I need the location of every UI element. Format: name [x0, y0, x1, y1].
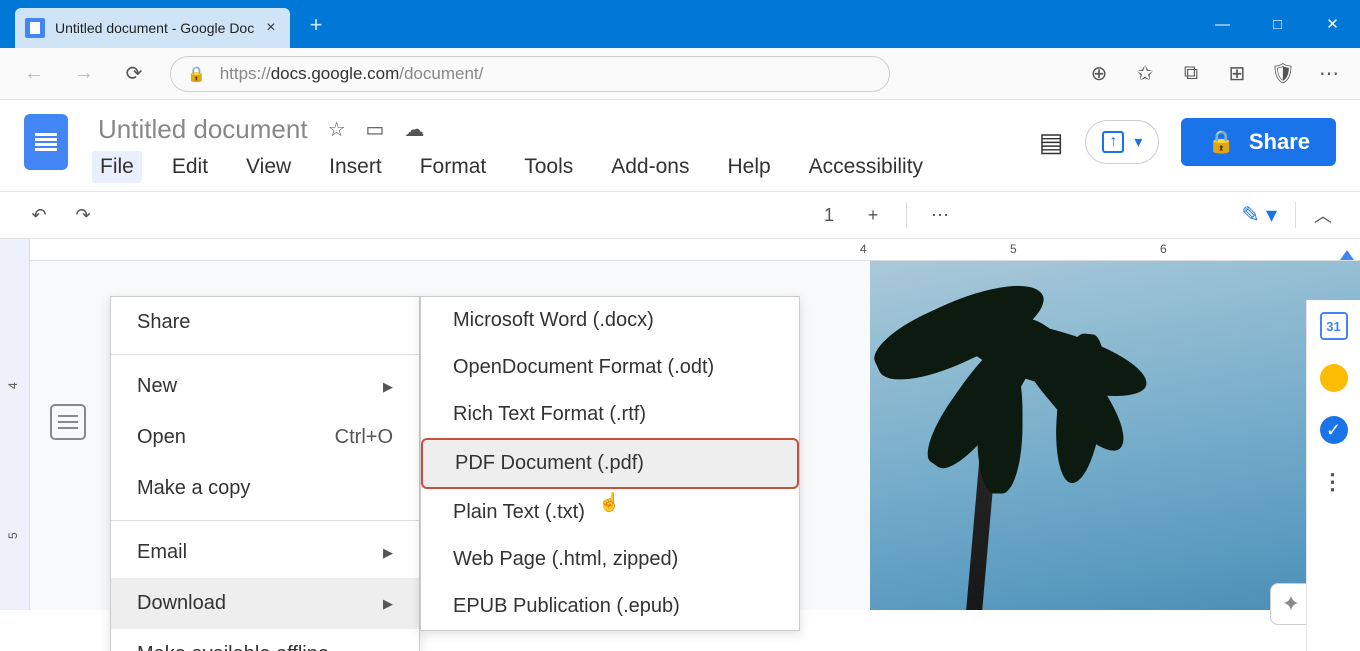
- window-close-button[interactable]: ✕: [1305, 0, 1360, 48]
- vruler-tick: 4: [6, 382, 20, 389]
- download-pdf[interactable]: PDF Document (.pdf): [421, 438, 799, 489]
- favorite-icon[interactable]: ✩: [1134, 63, 1156, 85]
- keep-addon-icon[interactable]: [1320, 364, 1348, 392]
- new-tab-button[interactable]: +: [310, 12, 323, 38]
- window-maximize-button[interactable]: □: [1250, 0, 1305, 48]
- site-info-icon[interactable]: 🔒: [187, 65, 206, 83]
- present-caret-icon: ▾: [1134, 132, 1142, 152]
- file-menu-email[interactable]: Email▶: [111, 527, 419, 578]
- collections-icon[interactable]: ⊞: [1226, 63, 1248, 85]
- menu-edit[interactable]: Edit: [164, 151, 216, 183]
- move-icon[interactable]: ▭: [366, 117, 385, 142]
- download-epub[interactable]: EPUB Publication (.epub): [421, 583, 799, 630]
- download-txt[interactable]: Plain Text (.txt): [421, 489, 799, 536]
- heading-add[interactable]: +: [862, 201, 884, 229]
- editing-mode-button[interactable]: ✎ ▾: [1241, 202, 1277, 228]
- cloud-status-icon[interactable]: ☁: [404, 117, 424, 142]
- extensions-icon[interactable]: ⧉: [1180, 63, 1202, 85]
- browser-tab[interactable]: Untitled document - Google Doc ×: [15, 8, 290, 48]
- hruler-tick: 5: [1010, 242, 1017, 256]
- browser-address-bar: ← → ⟳ 🔒 https://docs.google.com/document…: [0, 48, 1360, 100]
- share-label: Share: [1249, 129, 1310, 155]
- menu-addons[interactable]: Add-ons: [603, 151, 697, 183]
- menu-accessibility[interactable]: Accessibility: [801, 151, 931, 183]
- submenu-arrow-icon: ▶: [383, 596, 393, 612]
- file-menu-share[interactable]: Share: [111, 297, 419, 348]
- file-menu-download[interactable]: Download▶: [111, 578, 419, 629]
- zoom-icon[interactable]: ⊕: [1088, 63, 1110, 85]
- download-submenu: Microsoft Word (.docx) OpenDocument Form…: [420, 296, 800, 631]
- file-menu-make-copy[interactable]: Make a copy: [111, 463, 419, 514]
- nav-forward-button[interactable]: →: [70, 60, 98, 88]
- url-path: /document/: [399, 64, 483, 84]
- hruler-tick: 4: [860, 242, 867, 256]
- side-panel: 31 ✓ ⋮ ›: [1306, 300, 1360, 651]
- window-minimize-button[interactable]: —: [1195, 0, 1250, 48]
- menu-help[interactable]: Help: [719, 151, 778, 183]
- nav-back-button[interactable]: ←: [20, 60, 48, 88]
- docs-toolbar: ↶ ↷ 1 + ⋯ ✎ ▾ ︿: [0, 191, 1360, 239]
- show-outline-button[interactable]: [50, 404, 86, 440]
- horizontal-ruler: 4 5 6: [30, 239, 1360, 261]
- download-odt[interactable]: OpenDocument Format (.odt): [421, 344, 799, 391]
- tab-title: Untitled document - Google Doc: [55, 20, 254, 36]
- menu-bar: File Edit View Insert Format Tools Add-o…: [92, 151, 1039, 183]
- calendar-addon-icon[interactable]: 31: [1320, 312, 1348, 340]
- browser-menu-icon[interactable]: ⋯: [1318, 63, 1340, 85]
- document-title[interactable]: Untitled document: [98, 114, 308, 145]
- collapse-header-button[interactable]: ︿: [1314, 202, 1332, 228]
- shortcut-label: Ctrl+O: [335, 426, 393, 449]
- star-icon[interactable]: ☆: [328, 117, 346, 142]
- file-menu-dropdown: Share New▶ OpenCtrl+O Make a copy Email▶…: [110, 296, 420, 651]
- download-docx[interactable]: Microsoft Word (.docx): [421, 297, 799, 344]
- vertical-ruler: 4 5: [0, 239, 30, 610]
- menu-view[interactable]: View: [238, 151, 299, 183]
- url-host: docs.google.com: [271, 64, 400, 84]
- docs-app: Untitled document ☆ ▭ ☁ File Edit View I…: [0, 100, 1360, 651]
- more-tools-icon[interactable]: ⋯: [929, 201, 951, 229]
- file-menu-open[interactable]: OpenCtrl+O: [111, 412, 419, 463]
- docs-logo[interactable]: [24, 114, 68, 170]
- sidepanel-more-icon[interactable]: ⋮: [1320, 468, 1348, 496]
- url-input[interactable]: 🔒 https://docs.google.com/document/: [170, 56, 890, 92]
- submenu-arrow-icon: ▶: [383, 545, 393, 561]
- open-comments-icon[interactable]: ▤: [1039, 127, 1064, 158]
- submenu-arrow-icon: ▶: [383, 379, 393, 395]
- download-rtf[interactable]: Rich Text Format (.rtf): [421, 391, 799, 438]
- menu-format[interactable]: Format: [412, 151, 495, 183]
- tab-close-icon[interactable]: ×: [266, 19, 275, 37]
- browser-titlebar: Untitled document - Google Doc × + — □ ✕: [0, 0, 1360, 48]
- ruler-right-indent-marker[interactable]: [1340, 250, 1354, 260]
- reading-list-icon[interactable]: 🛡: [1272, 63, 1294, 85]
- hruler-tick: 6: [1160, 242, 1167, 256]
- share-button[interactable]: 🔒 Share: [1181, 118, 1336, 166]
- url-scheme: https://: [220, 64, 271, 84]
- menu-file[interactable]: File: [92, 151, 142, 183]
- nav-refresh-button[interactable]: ⟳: [120, 60, 148, 88]
- present-button[interactable]: ↑ ▾: [1085, 120, 1159, 164]
- document-page-image: [870, 261, 1360, 610]
- tasks-addon-icon[interactable]: ✓: [1320, 416, 1348, 444]
- heading-level[interactable]: 1: [818, 201, 840, 229]
- download-html[interactable]: Web Page (.html, zipped): [421, 536, 799, 583]
- present-arrow-icon: ↑: [1102, 131, 1124, 153]
- file-menu-offline[interactable]: Make available offline: [111, 629, 419, 651]
- undo-button[interactable]: ↶: [28, 201, 50, 229]
- lock-icon: 🔒: [1207, 129, 1234, 155]
- file-menu-new[interactable]: New▶: [111, 361, 419, 412]
- redo-button[interactable]: ↷: [72, 201, 94, 229]
- docs-favicon: [25, 18, 45, 38]
- vruler-tick: 5: [6, 532, 20, 539]
- menu-tools[interactable]: Tools: [516, 151, 581, 183]
- menu-insert[interactable]: Insert: [321, 151, 390, 183]
